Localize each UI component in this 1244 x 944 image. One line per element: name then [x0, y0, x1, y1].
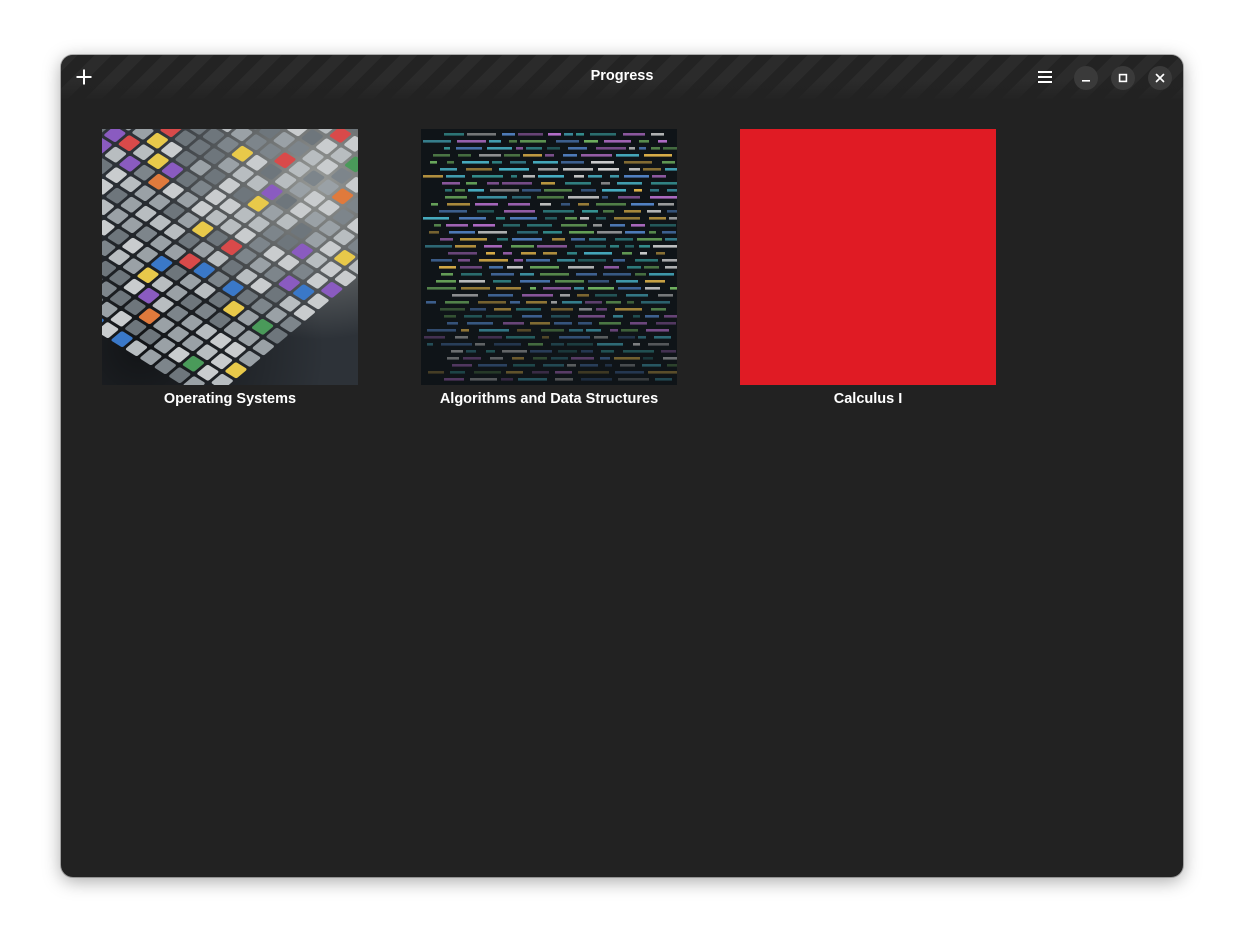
board-card-algorithms[interactable]: Algorithms and Data Structures — [421, 129, 677, 407]
maximize-icon — [1118, 73, 1128, 83]
close-button[interactable] — [1148, 66, 1172, 90]
maximize-button[interactable] — [1111, 66, 1135, 90]
board-title: Operating Systems — [163, 391, 297, 407]
board-cover-image — [102, 129, 358, 385]
header-bar[interactable]: Progress — [61, 55, 1183, 101]
app-window: Progress Operating Systems Algorithms an… — [61, 55, 1183, 877]
hamburger-menu-icon — [1038, 71, 1052, 83]
main-menu-button[interactable] — [1032, 64, 1058, 90]
board-cover-color — [740, 129, 996, 385]
board-title: Algorithms and Data Structures — [439, 391, 659, 407]
board-card-calculus[interactable]: Calculus I — [740, 129, 996, 407]
close-icon — [1155, 73, 1165, 83]
board-card-operating-systems[interactable]: Operating Systems — [102, 129, 358, 407]
window-title: Progress — [590, 68, 654, 84]
board-title: Calculus I — [833, 391, 903, 407]
minimize-button[interactable] — [1074, 66, 1098, 90]
minimize-icon — [1082, 80, 1090, 82]
board-cover-image — [421, 129, 677, 385]
